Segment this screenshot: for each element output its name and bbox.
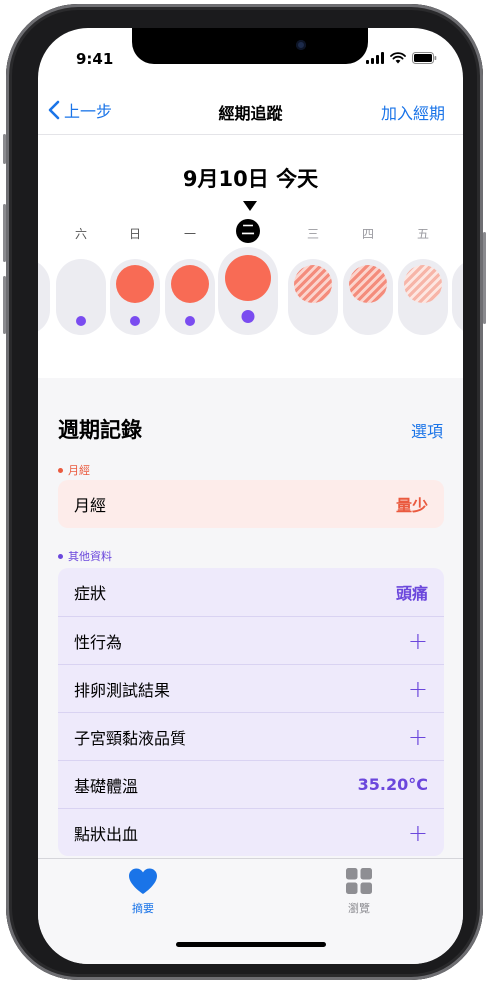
log-dot-icon xyxy=(185,316,195,326)
bullet-icon xyxy=(58,553,63,559)
plus-icon[interactable]: + xyxy=(408,725,428,749)
period-row[interactable]: 月經 量少 xyxy=(58,480,444,528)
period-flow-icon xyxy=(171,265,209,303)
list-item-basal-temperature[interactable]: 基礎體溫 35.20°C xyxy=(58,760,444,808)
row-value: 頭痛 xyxy=(395,584,428,603)
options-button[interactable]: 選項 xyxy=(411,418,443,442)
row-label: 子宮頸黏液品質 xyxy=(74,728,187,748)
row-label: 基礎體溫 xyxy=(74,776,139,796)
phone-frame: 9:41 上一步 經期追蹤 加入經期 9月10日 今天 六 日 一 二 三 四 … xyxy=(3,4,486,980)
other-data-card: 症狀 頭痛 性行為 + 排卵測試結果 + 子宮頸黏液品質 + 基礎體溫 35.2… xyxy=(58,568,444,856)
camera xyxy=(296,40,306,50)
add-period-button[interactable]: 加入經期 xyxy=(381,100,445,124)
other-section-text: 其他資料 xyxy=(68,550,112,563)
row-label: 症狀 xyxy=(74,584,107,603)
calendar-strip: 9月10日 今天 六 日 一 二 三 四 五 xyxy=(38,134,463,379)
row-value: 35.20°C xyxy=(357,775,428,794)
log-dot-icon xyxy=(76,316,86,326)
predicted-flow-icon xyxy=(404,265,442,303)
day-pill-next[interactable] xyxy=(452,259,463,335)
wifi-icon xyxy=(390,52,406,64)
day-pill-sat[interactable] xyxy=(56,259,106,335)
list-item-symptoms[interactable]: 症狀 頭痛 xyxy=(58,568,444,616)
period-card: 月經 量少 xyxy=(58,480,444,528)
list-item-cervical-mucus[interactable]: 子宮頸黏液品質 + xyxy=(58,712,444,760)
day-pill-fri[interactable] xyxy=(398,259,448,335)
silent-switch xyxy=(3,134,6,164)
weekday-mon: 一 xyxy=(183,227,196,241)
period-flow-icon xyxy=(116,265,154,303)
tab-summary[interactable]: 摘要 xyxy=(98,867,188,916)
log-dot-icon xyxy=(241,310,255,323)
other-section-label: 其他資料 xyxy=(58,548,112,564)
period-row-value: 量少 xyxy=(395,496,428,515)
today-pointer-icon xyxy=(243,201,257,211)
weekday-tue-selected: 二 xyxy=(236,219,260,243)
cycle-log: 週期記錄 選項 月經 月經 量少 其他資料 症狀 頭痛 性行為 + 排卵測試結果… xyxy=(38,378,463,858)
heart-icon xyxy=(129,868,157,894)
tab-bar: 摘要 瀏覽 xyxy=(38,858,463,964)
period-row-label: 月經 xyxy=(74,496,107,515)
cycle-log-title: 週期記錄 xyxy=(58,418,142,442)
row-label: 排卵測試結果 xyxy=(74,680,171,700)
grid-icon xyxy=(346,868,372,894)
navigation-bar: 上一步 經期追蹤 加入經期 xyxy=(38,90,463,134)
period-flow-icon xyxy=(225,255,271,301)
weekday-thu: 四 xyxy=(361,227,374,241)
status-icons xyxy=(366,52,437,64)
day-pill-thu[interactable] xyxy=(343,259,393,335)
screen: 9:41 上一步 經期追蹤 加入經期 9月10日 今天 六 日 一 二 三 四 … xyxy=(38,28,463,964)
plus-icon[interactable]: + xyxy=(408,629,428,653)
status-time: 9:41 xyxy=(76,50,114,68)
tab-browse[interactable]: 瀏覽 xyxy=(314,867,404,916)
notch xyxy=(132,28,368,64)
volume-down-button xyxy=(3,276,6,334)
battery-icon xyxy=(412,52,437,64)
weekday-fri: 五 xyxy=(416,227,429,241)
row-label: 點狀出血 xyxy=(74,824,139,844)
day-pill-prev[interactable] xyxy=(38,259,50,335)
log-dot-icon xyxy=(130,316,140,326)
bullet-icon xyxy=(58,467,63,473)
weekday-wed: 三 xyxy=(306,227,319,241)
row-label: 性行為 xyxy=(74,632,123,652)
tab-browse-label: 瀏覽 xyxy=(348,902,370,915)
list-item-sexual-activity[interactable]: 性行為 + xyxy=(58,616,444,664)
date-title: 9月10日 今天 xyxy=(182,167,319,191)
signal-icon xyxy=(366,52,384,64)
home-indicator[interactable] xyxy=(176,942,326,947)
day-pill-today[interactable] xyxy=(218,247,278,335)
weekday-sun: 日 xyxy=(128,227,141,241)
tab-summary-label: 摘要 xyxy=(132,902,154,915)
predicted-flow-icon xyxy=(349,265,387,303)
plus-icon[interactable]: + xyxy=(408,821,428,845)
volume-up-button xyxy=(3,204,6,262)
day-pill-sun[interactable] xyxy=(110,259,160,335)
list-item-ovulation-test[interactable]: 排卵測試結果 + xyxy=(58,664,444,712)
list-item-spotting[interactable]: 點狀出血 + xyxy=(58,808,444,856)
power-button xyxy=(483,232,486,324)
day-pill-mon[interactable] xyxy=(165,259,215,335)
period-section-text: 月經 xyxy=(68,464,90,477)
period-section-label: 月經 xyxy=(58,462,90,478)
plus-icon[interactable]: + xyxy=(408,677,428,701)
predicted-flow-icon xyxy=(294,265,332,303)
weekday-sat: 六 xyxy=(74,227,87,241)
day-pill-wed[interactable] xyxy=(288,259,338,335)
